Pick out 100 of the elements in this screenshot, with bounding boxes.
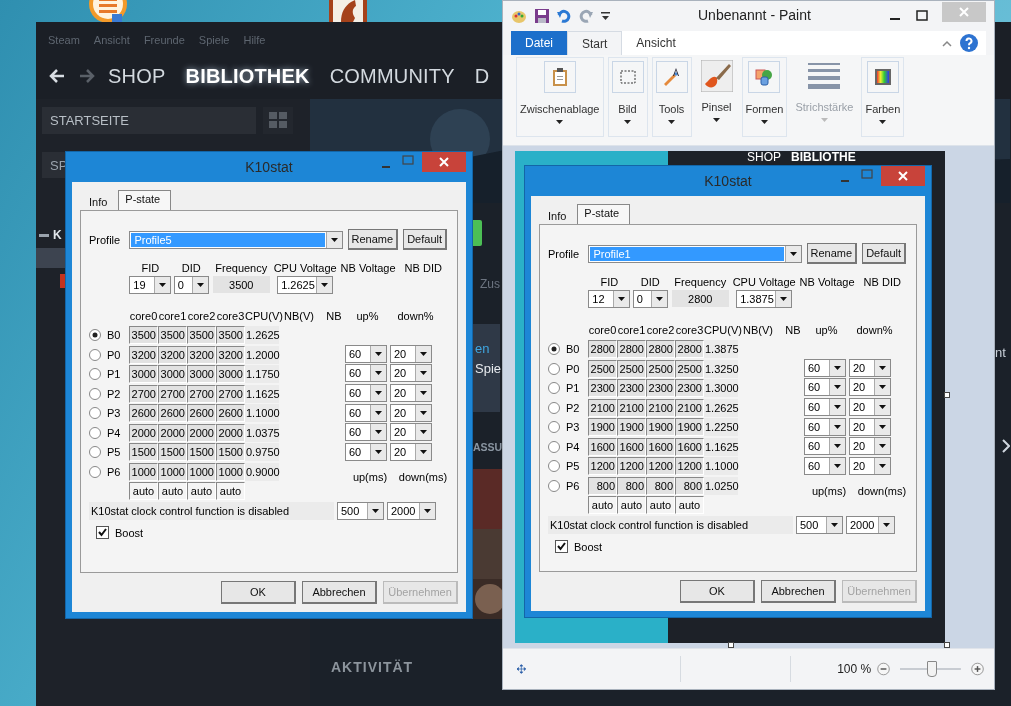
section-header[interactable]: K: [53, 228, 62, 242]
ribbon-group-button[interactable]: Pinsel: [695, 57, 738, 137]
input-field[interactable]: 800: [617, 476, 646, 495]
dropdown[interactable]: 60: [345, 364, 387, 383]
dropdown[interactable]: 20: [849, 358, 891, 377]
input-field[interactable]: 2000: [187, 423, 216, 442]
input-field[interactable]: 3200: [216, 345, 245, 364]
input-field[interactable]: 1000: [158, 462, 187, 481]
input-field[interactable]: 2100: [646, 398, 675, 417]
input-field[interactable]: 2100: [588, 398, 617, 417]
input-field[interactable]: 800: [675, 476, 704, 495]
horse-icon[interactable]: [329, 0, 367, 22]
maximize-icon[interactable]: [916, 10, 928, 22]
input-field[interactable]: 2500: [675, 359, 704, 378]
dropdown[interactable]: 20: [390, 364, 432, 383]
chevron-right-icon[interactable]: [1002, 439, 1010, 453]
input-field[interactable]: 2700: [158, 384, 187, 403]
radio-option[interactable]: P3: [548, 421, 588, 434]
dropdown[interactable]: 20: [390, 383, 432, 402]
input-field[interactable]: 2300: [646, 379, 675, 398]
rename-button[interactable]: Rename: [347, 229, 399, 250]
input-field[interactable]: 3000: [216, 365, 245, 384]
dropdown[interactable]: 60: [804, 417, 846, 436]
radio-option[interactable]: P2: [548, 401, 588, 414]
forward-arrow-icon[interactable]: [78, 68, 96, 84]
input-field[interactable]: 1500: [129, 443, 158, 462]
radio-option[interactable]: B0: [548, 343, 588, 356]
radio-option[interactable]: P0: [89, 348, 129, 361]
input-field[interactable]: 2700: [129, 384, 158, 403]
input-field[interactable]: 2500: [646, 359, 675, 378]
input-field[interactable]: 1600: [675, 437, 704, 456]
dropdown[interactable]: 12: [588, 290, 631, 308]
default-button[interactable]: Default: [862, 243, 906, 264]
ribbon-tab[interactable]: Start: [567, 31, 623, 55]
close-button[interactable]: [422, 152, 466, 172]
dropdown[interactable]: 20: [849, 378, 891, 397]
radio-option[interactable]: P4: [89, 426, 129, 439]
nav-tab[interactable]: BIBLIOTHEK: [185, 64, 310, 88]
radio-option[interactable]: P1: [548, 382, 588, 395]
customize-icon[interactable]: [601, 12, 610, 20]
resize-handle[interactable]: [944, 392, 950, 398]
document-icon[interactable]: [88, 0, 128, 24]
dialog-button[interactable]: Abbrechen: [761, 580, 836, 603]
zoom-out-icon[interactable]: [877, 660, 891, 678]
auto-button[interactable]: auto: [646, 496, 675, 515]
input-field[interactable]: 3200: [129, 345, 158, 364]
input-field[interactable]: 1000: [187, 462, 216, 481]
input-field[interactable]: 1600: [646, 437, 675, 456]
resize-handle[interactable]: [728, 642, 734, 648]
dropdown[interactable]: 1.2625: [277, 276, 334, 294]
input-field[interactable]: 2000: [158, 423, 187, 442]
default-button[interactable]: Default: [403, 229, 447, 250]
dropdown[interactable]: 2000: [846, 516, 895, 534]
auto-button[interactable]: auto: [588, 496, 617, 515]
input-field[interactable]: 3200: [158, 345, 187, 364]
resize-handle[interactable]: [944, 642, 950, 648]
input-field[interactable]: 2800: [646, 340, 675, 359]
nav-tab[interactable]: COMMUNITY: [329, 64, 455, 88]
input-field[interactable]: 2800: [675, 340, 704, 359]
home-button[interactable]: STARTSEITE: [42, 107, 256, 134]
ribbon-tab[interactable]: Ansicht: [622, 31, 690, 55]
dropdown[interactable]: 60: [345, 442, 387, 461]
dropdown[interactable]: 20: [849, 397, 891, 416]
input-field[interactable]: 1500: [187, 443, 216, 462]
input-field[interactable]: 2500: [617, 359, 646, 378]
input-field[interactable]: 2300: [675, 379, 704, 398]
input-field[interactable]: 2300: [617, 379, 646, 398]
input-field[interactable]: 2800: [617, 340, 646, 359]
input-field[interactable]: 2100: [617, 398, 646, 417]
tab[interactable]: Info: [541, 204, 578, 224]
dropdown[interactable]: 60: [345, 403, 387, 422]
input-field[interactable]: 3500: [187, 326, 216, 345]
dropdown[interactable]: 1.3875: [736, 290, 793, 308]
rename-button[interactable]: Rename: [806, 243, 858, 264]
dropdown[interactable]: 60: [804, 358, 846, 377]
auto-button[interactable]: auto: [158, 482, 187, 501]
ribbon-group-button[interactable]: Farben: [861, 57, 905, 137]
ribbon-group-button[interactable]: Zwischenablage: [516, 57, 604, 137]
radio-option[interactable]: P6: [548, 479, 588, 492]
input-field[interactable]: 2600: [216, 404, 245, 423]
dropdown[interactable]: 0: [173, 276, 209, 294]
input-field[interactable]: 1000: [216, 462, 245, 481]
radio-option[interactable]: P2: [89, 387, 129, 400]
nav-tab[interactable]: D: [474, 64, 490, 88]
dropdown[interactable]: 60: [804, 456, 846, 475]
dropdown[interactable]: 20: [390, 442, 432, 461]
ribbon-group-button[interactable]: Formen: [741, 57, 788, 137]
input-field[interactable]: 1900: [588, 418, 617, 437]
ribbon-group-button[interactable]: Bild: [607, 57, 648, 137]
undo-icon[interactable]: [557, 9, 571, 23]
input-field[interactable]: 3000: [158, 365, 187, 384]
input-field[interactable]: 3000: [129, 365, 158, 384]
tab[interactable]: Info: [82, 190, 119, 210]
dropdown[interactable]: 60: [345, 423, 387, 442]
radio-option[interactable]: P1: [89, 368, 129, 381]
input-field[interactable]: 2800: [588, 340, 617, 359]
dropdown[interactable]: 500: [337, 502, 384, 520]
slider-thumb[interactable]: [926, 661, 937, 677]
input-field[interactable]: 1000: [129, 462, 158, 481]
radio-option[interactable]: P0: [548, 362, 588, 375]
